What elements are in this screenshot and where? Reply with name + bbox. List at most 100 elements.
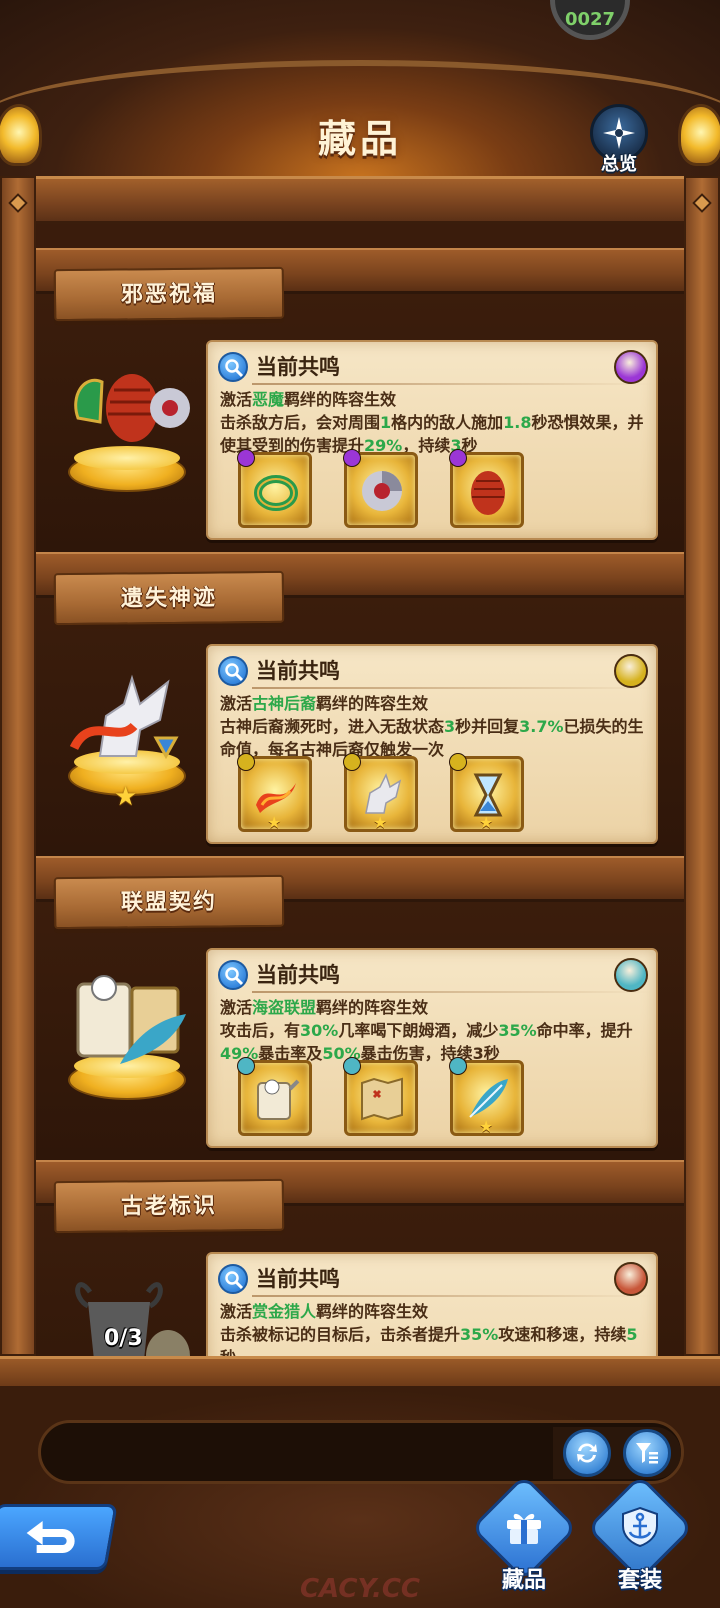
refresh-button[interactable] [563, 1429, 611, 1477]
bottom-beam [0, 1356, 720, 1388]
collection-item[interactable]: ★ [449, 1057, 524, 1136]
crosshair-target-icon[interactable] [614, 1262, 648, 1296]
activation-line: 激活海盗联盟羁绊的阵容生效 [220, 996, 650, 1019]
section-name-plank: 联盟契约 [53, 874, 285, 930]
effect-value: 1.8 [503, 413, 532, 432]
magnifier-icon [225, 663, 244, 682]
card-title: 当前共鸣 [256, 659, 340, 683]
activation-prefix: 激活 [220, 1302, 253, 1321]
filter-button[interactable] [623, 1429, 671, 1477]
magnifier-icon [225, 967, 244, 986]
collection-item[interactable] [343, 449, 418, 528]
magnifier-icon [225, 359, 244, 378]
left-pillar [0, 176, 36, 1356]
collection-trophy[interactable]: ★ [64, 664, 194, 814]
collection-item[interactable] [237, 449, 312, 528]
effect-text: 秒 [220, 1348, 236, 1356]
header-beam [0, 176, 720, 224]
effect-text: 命中率，提升 [536, 1021, 633, 1040]
effect-text: 几率喝下朗姆酒，减少 [338, 1021, 499, 1040]
card-title-underline [252, 687, 652, 689]
magnifier-button[interactable] [218, 960, 248, 990]
magnifier-icon [225, 1271, 244, 1290]
section-name-plank: 遗失神迹 [53, 570, 285, 626]
top-ring-badge: 0027 [550, 0, 630, 40]
pirate-skull-icon[interactable] [614, 958, 648, 992]
back-arrow-icon [26, 1521, 75, 1553]
pirate-scroll-trophy-icon [76, 975, 186, 1064]
activation-suffix: 羁绊的阵容生效 [316, 694, 429, 713]
search-bar-actions [553, 1427, 681, 1479]
magnifier-button[interactable] [218, 656, 248, 686]
resonance-card: 当前共鸣 激活海盗联盟羁绊的阵容生效 攻击后，有30%几率喝下朗姆酒，减少35%… [206, 948, 658, 1148]
magnifier-button[interactable] [218, 352, 248, 382]
effect-value: 35% [498, 1021, 537, 1040]
header: 0027 藏品 总览 [0, 0, 720, 190]
activation-prefix: 激活 [220, 998, 253, 1017]
activation-suffix: 羁绊的阵容生效 [316, 998, 429, 1017]
effect-description: 古神后裔濒死时，进入无敌状态3秒并回复3.7%已损失的生命值，每名古神后裔仅触发… [220, 715, 650, 761]
overview-button[interactable]: 总览 [586, 104, 652, 175]
card-title-underline [252, 1295, 652, 1297]
search-bar[interactable] [38, 1420, 684, 1484]
card-description: 激活海盗联盟羁绊的阵容生效 攻击后，有30%几率喝下朗姆酒，减少35%命中率，提… [220, 996, 650, 1065]
silver-blade-wheel-icon [362, 471, 402, 511]
activation-prefix: 激活 [220, 694, 253, 713]
eye-of-god-icon[interactable] [614, 654, 648, 688]
effect-description: 击杀被标记的目标后，击杀者提升35%攻速和移速，持续5 秒 [220, 1323, 650, 1356]
demon-face-icon[interactable] [614, 350, 648, 384]
collection-item[interactable] [449, 449, 524, 528]
collection-item[interactable] [237, 1057, 312, 1136]
collection-item[interactable]: ★ [237, 753, 312, 832]
collection-list[interactable]: 邪恶祝福 当前共鸣 激活恶魔羁绊的阵容生效 击杀敌方后，会对周围1格内的敌人施加… [36, 224, 684, 1356]
effect-description: 攻击后，有30%几率喝下朗姆酒，减少35%命中率，提升49%暴击率及50%暴击伤… [220, 1019, 650, 1065]
back-button[interactable] [0, 1504, 118, 1570]
section-name: 古老标识 [120, 1193, 218, 1220]
collection-section: 古老标识 0/3 当前共鸣 激活赏金猎人羁绊的阵容生效 击杀被标记的目标后，击杀… [36, 1160, 684, 1356]
resonance-card: 当前共鸣 激活古神后裔羁绊的阵容生效 古神后裔濒死时，进入无敌状态3秒并回复3.… [206, 644, 658, 844]
collection-section: 邪恶祝福 当前共鸣 激活恶魔羁绊的阵容生效 击杀敌方后，会对周围1格内的敌人施加… [36, 248, 684, 552]
effect-text: 击杀敌方后，会对周围 [220, 413, 381, 432]
collection-trophy[interactable]: 0/3 [64, 1272, 194, 1356]
resonance-card: 当前共鸣 激活赏金猎人羁绊的阵容生效 击杀被标记的目标后，击杀者提升35%攻速和… [206, 1252, 658, 1356]
card-title: 当前共鸣 [256, 355, 340, 379]
effect-value: 3 [444, 717, 456, 736]
collection-trophy[interactable] [64, 360, 194, 510]
activation-prefix: 激活 [220, 390, 253, 409]
collection-item[interactable] [343, 1057, 418, 1136]
item-star-icon: ★ [267, 813, 282, 832]
overview-label: 总览 [601, 154, 637, 175]
faction-name: 古神后裔 [252, 694, 317, 713]
right-pillar [684, 176, 720, 1356]
collection-section: 遗失神迹 ★ 当前共鸣 激活古神后裔羁绊的阵容生效 古神后裔濒死时，进入无敌状态… [36, 552, 684, 856]
card-header: 当前共鸣 [216, 958, 652, 993]
card-header: 当前共鸣 [216, 350, 652, 385]
activation-suffix: 羁绊的阵容生效 [316, 1302, 429, 1321]
trophy-star-icon: ★ [114, 782, 138, 812]
filter-icon [636, 1443, 658, 1464]
card-title-underline [252, 991, 652, 993]
effect-text: 古神后裔濒死时，进入无敌状态 [220, 717, 445, 736]
collection-screen: 0027 藏品 总览 邪恶祝福 当前共鸣 激活恶魔羁绊的阵容生效 击杀敌方后，会… [0, 0, 720, 1608]
collection-count: 0/3 [104, 1326, 143, 1351]
watermark-logo: CACY.CC [299, 1574, 421, 1604]
collection-item[interactable]: ★ [449, 753, 524, 832]
green-ring-icon [254, 475, 298, 511]
nav-collection-button[interactable]: 藏品 [470, 1474, 578, 1596]
nav-collection-label: 藏品 [501, 1568, 546, 1593]
magnifier-button[interactable] [218, 1264, 248, 1294]
card-description: 激活恶魔羁绊的阵容生效 击杀敌方后，会对周围1格内的敌人施加1.8秒恐惧效果，并… [220, 388, 650, 457]
card-description: 激活赏金猎人羁绊的阵容生效 击杀被标记的目标后，击杀者提升35%攻速和移速，持续… [220, 1300, 650, 1356]
card-description: 激活古神后裔羁绊的阵容生效 古神后裔濒死时，进入无敌状态3秒并回复3.7%已损失… [220, 692, 650, 761]
collection-item[interactable]: ★ [343, 753, 418, 832]
nav-set-button[interactable]: 套装 [586, 1474, 694, 1596]
item-star-icon: ★ [373, 813, 388, 832]
effect-value: 1 [380, 413, 392, 432]
collection-trophy[interactable] [64, 968, 194, 1118]
card-title: 当前共鸣 [256, 1267, 340, 1291]
effect-text: 攻击后，有 [220, 1021, 301, 1040]
pegasus-trophy-icon [70, 674, 179, 760]
collection-items-row: ★ ★ ★ [237, 753, 638, 836]
faction-name: 海盗联盟 [252, 998, 317, 1017]
anchor-shield-icon [622, 1506, 658, 1548]
